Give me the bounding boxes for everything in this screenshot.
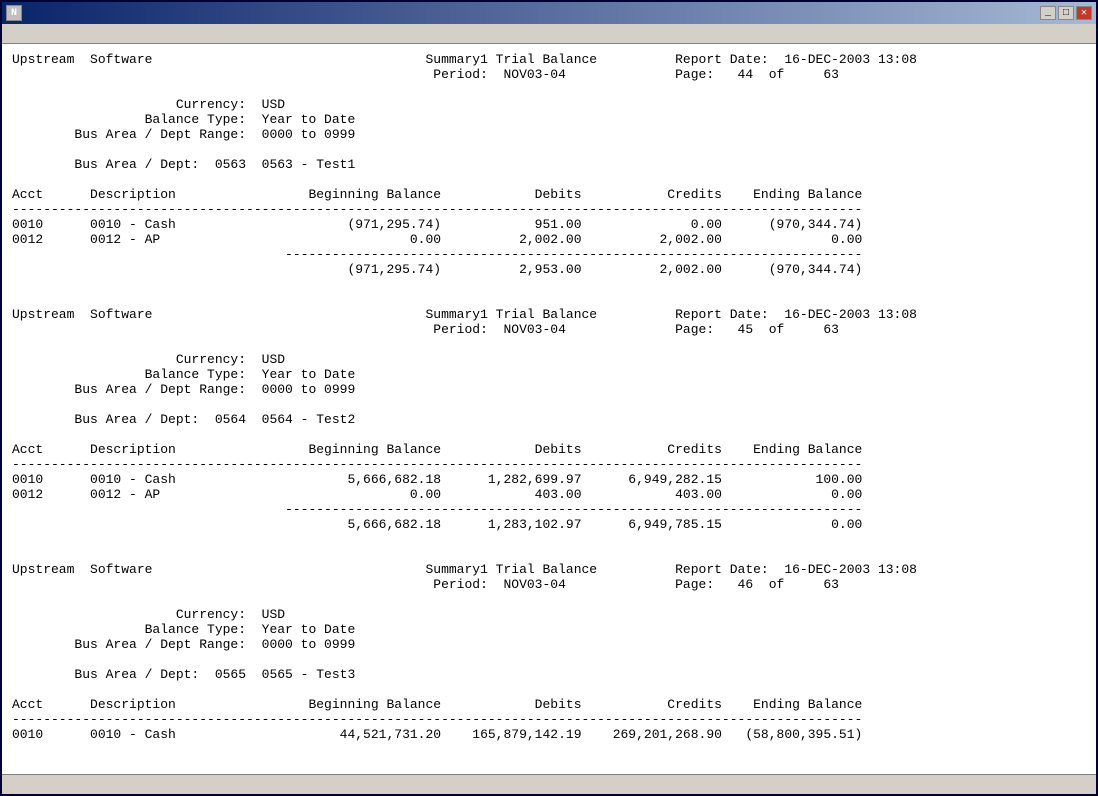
maximize-button[interactable]: □ (1058, 6, 1074, 20)
menu-file[interactable] (4, 26, 16, 41)
main-window: N _ □ ✕ Upstream Software Summary1 Trial… (0, 0, 1098, 796)
menu-edit[interactable] (16, 26, 28, 41)
title-bar: N _ □ ✕ (2, 2, 1096, 24)
app-icon: N (6, 5, 22, 21)
menu-help[interactable] (52, 26, 64, 41)
status-bar (2, 774, 1096, 794)
menu-view[interactable] (40, 26, 52, 41)
minimize-button[interactable]: _ (1040, 6, 1056, 20)
text-content[interactable]: Upstream Software Summary1 Trial Balance… (2, 44, 1096, 774)
window-controls: _ □ ✕ (1040, 6, 1092, 20)
title-bar-left: N (6, 5, 26, 21)
close-button[interactable]: ✕ (1076, 6, 1092, 20)
menu-format[interactable] (28, 26, 40, 41)
content-wrapper: Upstream Software Summary1 Trial Balance… (2, 44, 1096, 774)
menu-bar (2, 24, 1096, 44)
